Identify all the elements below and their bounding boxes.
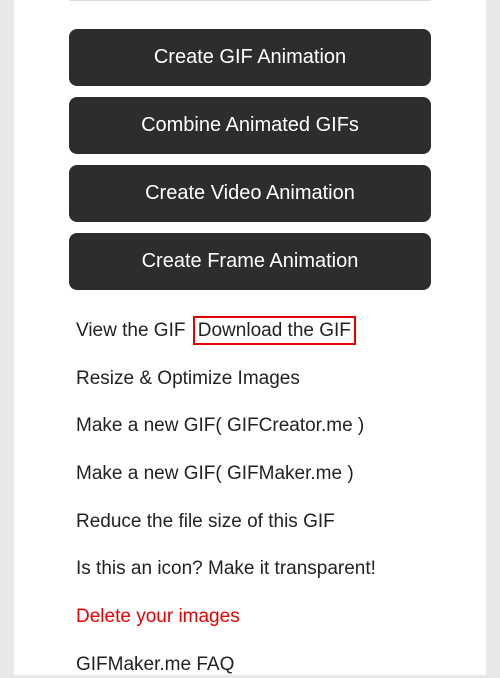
link-row: Make a new GIF( GIFMaker.me ) [76, 462, 486, 487]
reduce-file-size-link[interactable]: Reduce the file size of this GIF [76, 511, 335, 532]
make-transparent-link[interactable]: Is this an icon? Make it transparent! [76, 558, 376, 579]
make-new-gifcreator-link[interactable]: Make a new GIF( GIFCreator.me ) [76, 415, 364, 436]
create-gif-animation-button[interactable]: Create GIF Animation [69, 29, 431, 86]
combine-animated-gifs-button[interactable]: Combine Animated GIFs [69, 97, 431, 154]
make-new-gifmaker-link[interactable]: Make a new GIF( GIFMaker.me ) [76, 463, 354, 484]
faq-link[interactable]: GIFMaker.me FAQ [76, 654, 234, 675]
link-row: Is this an icon? Make it transparent! [76, 557, 486, 582]
link-list: View the GIF Download the GIF Resize & O… [14, 301, 486, 678]
link-row: Resize & Optimize Images [76, 367, 486, 392]
main-panel: Create GIF Animation Combine Animated GI… [14, 0, 486, 675]
link-row: GIFMaker.me FAQ [76, 653, 486, 678]
create-frame-animation-button[interactable]: Create Frame Animation [69, 233, 431, 290]
action-buttons: Create GIF Animation Combine Animated GI… [14, 29, 486, 290]
delete-images-link[interactable]: Delete your images [76, 606, 240, 627]
link-row: Delete your images [76, 605, 486, 630]
link-row: Reduce the file size of this GIF [76, 510, 486, 535]
link-row-view-download: View the GIF Download the GIF [76, 319, 486, 344]
view-gif-link[interactable]: View the GIF [76, 320, 185, 341]
download-gif-link[interactable]: Download the GIF [193, 316, 356, 345]
resize-optimize-link[interactable]: Resize & Optimize Images [76, 368, 300, 389]
link-row: Make a new GIF( GIFCreator.me ) [76, 414, 486, 439]
divider [69, 0, 431, 11]
create-video-animation-button[interactable]: Create Video Animation [69, 165, 431, 222]
